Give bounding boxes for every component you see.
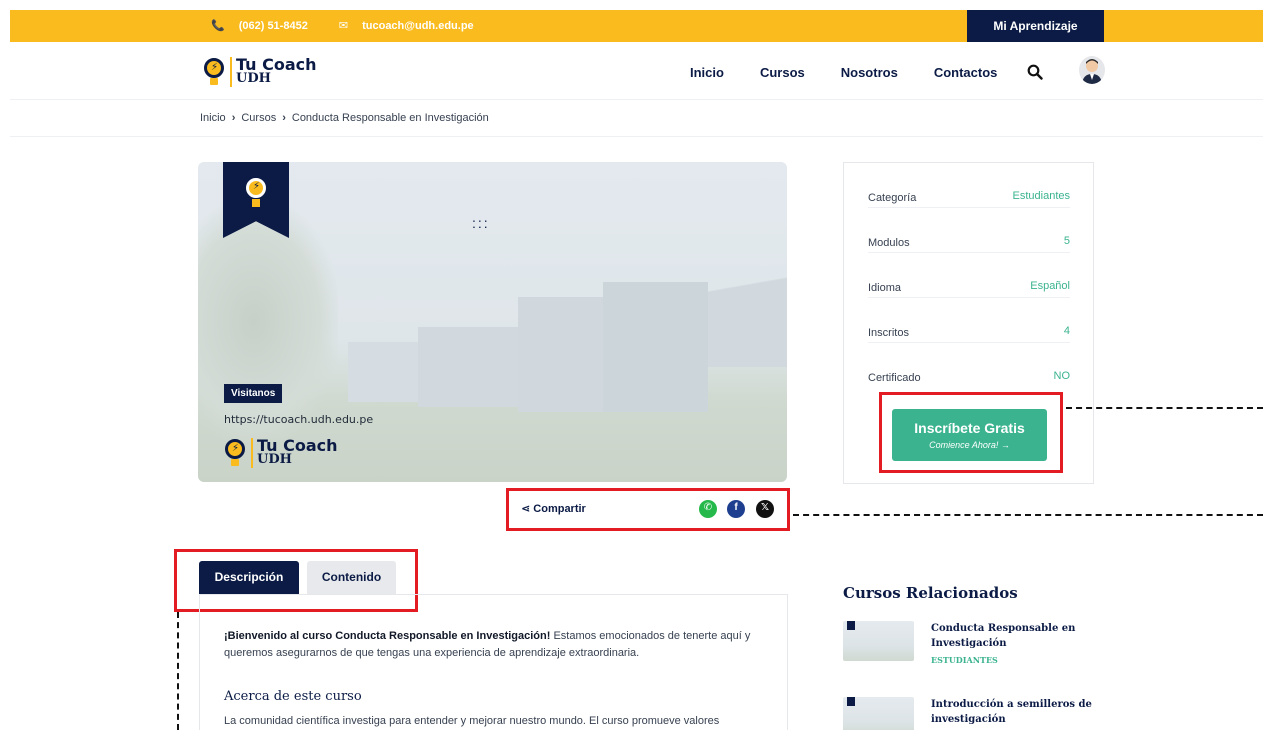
nav-menu: Inicio Cursos Nosotros Contactos bbox=[690, 65, 1033, 80]
nav-inicio[interactable]: Inicio bbox=[690, 65, 724, 80]
mi-aprendizaje-button[interactable]: Mi Aprendizaje bbox=[967, 10, 1104, 42]
info-row-modulos: Modulos 5 bbox=[868, 208, 1070, 253]
visitanos-label: Visitanos bbox=[224, 384, 283, 403]
info-row-inscritos: Inscritos 4 bbox=[868, 298, 1070, 343]
nav-cursos[interactable]: Cursos bbox=[760, 65, 805, 80]
chevron-right-icon: › bbox=[282, 112, 286, 124]
share-section: ⋖ Compartir ✆ f 𝕏 bbox=[506, 488, 790, 531]
tab-descripcion[interactable]: Descripción bbox=[199, 561, 299, 594]
logo-line2: UDH bbox=[236, 71, 271, 86]
avatar-icon bbox=[1082, 59, 1102, 84]
info-row-certificado: Certificado NO bbox=[868, 370, 1070, 384]
about-text: La comunidad científica investiga para e… bbox=[224, 715, 720, 727]
lightbulb-icon: ⚡ bbox=[224, 438, 246, 468]
lightbulb-icon: ⚡ bbox=[203, 57, 225, 87]
hero-logo-line2: UDH bbox=[257, 452, 292, 467]
nav-contactos[interactable]: Contactos bbox=[934, 65, 998, 80]
breadcrumb-cursos[interactable]: Cursos bbox=[241, 112, 276, 124]
breadcrumb: Inicio › Cursos › Conducta Responsable en In… bbox=[200, 112, 489, 124]
course-thumbnail[interactable] bbox=[843, 697, 914, 730]
enroll-button[interactable]: Inscríbete Gratis Comience Ahora! → bbox=[892, 409, 1047, 461]
annotation-line bbox=[177, 612, 179, 730]
facebook-icon[interactable]: f bbox=[727, 500, 745, 518]
related-courses-title: Cursos Relacionados bbox=[843, 584, 1018, 602]
related-course-title[interactable]: Introducción a semilleros de investigaci… bbox=[931, 697, 1096, 727]
tab-contenido[interactable]: Contenido bbox=[307, 561, 396, 594]
loading-dots-icon: ::: bbox=[472, 215, 490, 231]
mail-icon: ✉ bbox=[338, 20, 349, 32]
annotation-line bbox=[1066, 407, 1263, 409]
breadcrumb-current: Conducta Responsable en Investigación bbox=[291, 112, 489, 124]
share-label: ⋖ Compartir bbox=[521, 503, 586, 515]
user-avatar[interactable] bbox=[1079, 56, 1105, 84]
hero-logo-line1: Tu Coach bbox=[257, 436, 338, 455]
chevron-right-icon: › bbox=[231, 112, 236, 124]
course-hero-image: ⚡ ::: Visitanos https://tucoach.udh.edu.… bbox=[198, 162, 787, 482]
related-course-category: ESTUDIANTES bbox=[931, 655, 998, 665]
site-logo[interactable]: ⚡ Tu Coach UDH bbox=[203, 54, 317, 90]
related-course-title[interactable]: Conducta Responsable en Investigación bbox=[931, 621, 1096, 651]
main-navbar: ⚡ Tu Coach UDH Inicio Cursos Nosotros Co… bbox=[10, 42, 1263, 100]
about-heading: Acerca de este curso bbox=[224, 689, 362, 704]
whatsapp-icon[interactable]: ✆ bbox=[699, 500, 717, 518]
course-thumbnail[interactable] bbox=[843, 621, 914, 661]
related-course-item[interactable]: Conducta Responsable en Investigación ES… bbox=[843, 621, 1094, 681]
annotation-line bbox=[793, 514, 1263, 516]
nav-nosotros[interactable]: Nosotros bbox=[841, 65, 898, 80]
phone-icon: 📞 bbox=[211, 20, 225, 32]
top-bar: 📞 (062) 51-8452 ✉ tucoach@udh.edu.pe Mi Ap… bbox=[10, 10, 1263, 42]
logo-line1: Tu Coach bbox=[236, 55, 317, 74]
contact-info: 📞 (062) 51-8452 ✉ tucoach@udh.edu.pe bbox=[211, 19, 502, 32]
welcome-text: ¡Bienvenido al curso Conducta Responsabl… bbox=[224, 630, 751, 659]
search-icon[interactable] bbox=[1027, 64, 1043, 80]
divider bbox=[10, 136, 1263, 137]
email-link[interactable]: ✉ tucoach@udh.edu.pe bbox=[339, 20, 488, 32]
share-icon: ⋖ bbox=[521, 503, 534, 515]
phone-link[interactable]: 📞 (062) 51-8452 bbox=[211, 20, 322, 32]
breadcrumb-inicio[interactable]: Inicio bbox=[200, 112, 226, 124]
hero-logo: ⚡ Tu Coach UDH bbox=[224, 438, 338, 468]
related-course-item[interactable]: Introducción a semilleros de investigaci… bbox=[843, 697, 1094, 730]
description-panel: ¡Bienvenido al curso Conducta Responsabl… bbox=[199, 594, 788, 730]
info-row-idioma: Idioma Español bbox=[868, 253, 1070, 298]
info-row-categoria: Categoría Estudiantes bbox=[868, 163, 1070, 208]
site-url: https://tucoach.udh.edu.pe bbox=[224, 413, 374, 426]
x-twitter-icon[interactable]: 𝕏 bbox=[756, 500, 774, 518]
